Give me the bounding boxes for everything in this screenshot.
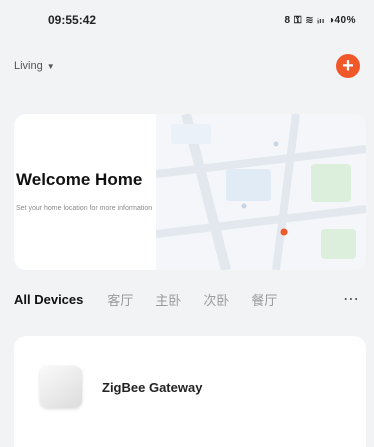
home-selector[interactable]: Living ▼ bbox=[14, 60, 55, 72]
status-bar: 09:55:42 8 ⚿ ≋ ᵢₗₗ ◑40% bbox=[0, 0, 374, 40]
add-device-button[interactable]: + bbox=[336, 54, 360, 78]
tab-room-3[interactable]: 次卧 bbox=[203, 290, 229, 309]
room-tabs: All Devices 客厅 主卧 次卧 餐厅 ⋯ bbox=[0, 284, 374, 314]
map-illustration bbox=[156, 114, 366, 270]
device-card[interactable]: ZigBee Gateway bbox=[14, 336, 366, 447]
tab-all-devices[interactable]: All Devices bbox=[14, 292, 83, 307]
plus-icon: + bbox=[342, 55, 354, 77]
tab-room-2[interactable]: 主卧 bbox=[155, 290, 181, 309]
status-indicators: 8 ⚿ ≋ ᵢₗₗ ◑40% bbox=[284, 14, 356, 26]
top-bar: Living ▼ + bbox=[0, 48, 374, 84]
tab-room-1[interactable]: 客厅 bbox=[107, 290, 133, 309]
tab-room-4[interactable]: 餐厅 bbox=[251, 290, 277, 309]
welcome-card[interactable] bbox=[14, 114, 366, 270]
status-time: 09:55:42 bbox=[48, 13, 97, 27]
home-name: Living bbox=[14, 60, 43, 72]
more-icon[interactable]: ⋯ bbox=[343, 289, 360, 309]
welcome-title: Welcome Home bbox=[16, 170, 143, 189]
welcome-subtitle: Set your home location for more informat… bbox=[16, 205, 153, 212]
gateway-device-icon bbox=[40, 366, 82, 408]
device-name: ZigBee Gateway bbox=[102, 380, 203, 395]
chevron-down-icon: ▼ bbox=[46, 61, 55, 71]
